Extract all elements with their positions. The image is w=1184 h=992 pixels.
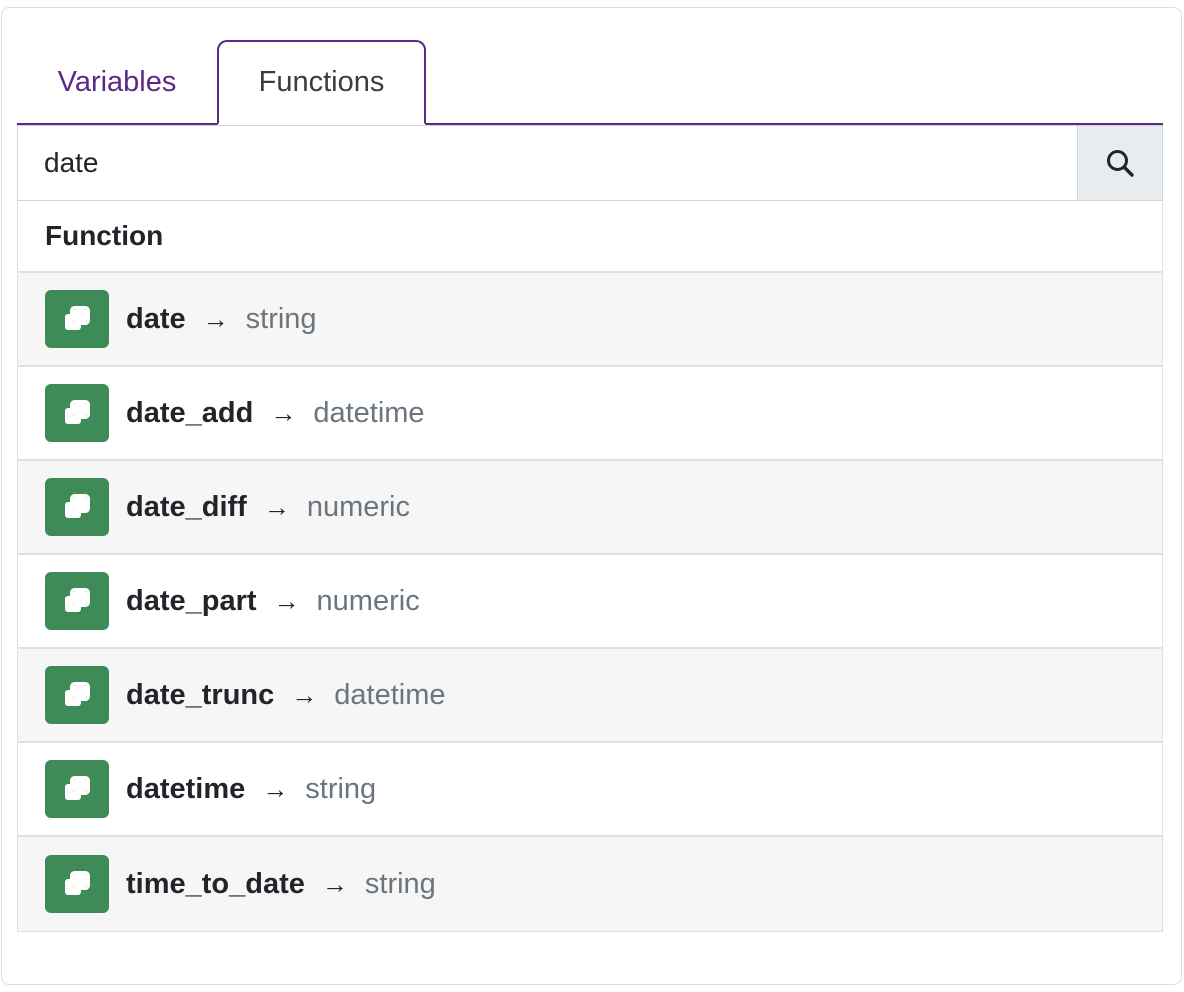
return-type: string [305,772,377,805]
function-icon [45,290,109,348]
function-name: date_diff [126,490,247,523]
function-icon [45,384,109,442]
function-name: date_add [126,396,254,429]
search-bar [17,125,1163,201]
function-row-date[interactable]: date → string [18,273,1162,367]
function-name: date_part [126,584,257,617]
return-type: datetime [313,396,425,429]
function-name: date [126,302,186,335]
returns-arrow: → [270,397,297,428]
return-type: datetime [334,678,446,711]
function-icon-glyph [65,400,90,424]
search-icon [1107,150,1134,177]
function-icon-glyph [65,871,90,895]
function-icon [45,478,109,536]
return-type: numeric [306,490,410,523]
list-header: Function [18,201,1162,273]
return-type: string [245,302,317,335]
function-icon-glyph [65,306,90,330]
returns-arrow: → [262,773,289,804]
function-row-date-part[interactable]: date_part → numeric [18,555,1162,649]
returns-arrow: → [263,491,290,522]
function-icon-glyph [65,494,90,518]
function-row-time-to-date[interactable]: time_to_date → string [18,837,1162,931]
function-name: time_to_date [126,867,305,900]
function-row-date-trunc[interactable]: date_trunc → datetime [18,649,1162,743]
function-icon-glyph [65,776,90,800]
tab-variables[interactable]: Variables [17,40,217,125]
function-icon [45,572,109,630]
returns-arrow: → [321,868,348,899]
return-type: string [364,867,436,900]
function-icon [45,666,109,724]
function-list: Function date → string date_add → datetime dat… [17,201,1163,932]
function-icon-glyph [65,682,90,706]
function-row-date-diff[interactable]: date_diff → numeric [18,461,1162,555]
search-button[interactable] [1077,126,1162,200]
tab-bar: Variables Functions [17,40,1163,125]
function-name: date_trunc [126,678,275,711]
function-icon [45,760,109,818]
function-row-datetime[interactable]: datetime → string [18,743,1162,837]
function-name: datetime [126,772,246,805]
returns-arrow: → [291,679,318,710]
returns-arrow: → [273,585,300,616]
function-row-date-add[interactable]: date_add → datetime [18,367,1162,461]
tab-functions[interactable]: Functions [217,40,426,125]
return-type: numeric [316,584,420,617]
function-icon-glyph [65,588,90,612]
returns-arrow: → [202,303,229,334]
search-input[interactable] [18,126,1077,200]
function-icon [45,855,109,913]
